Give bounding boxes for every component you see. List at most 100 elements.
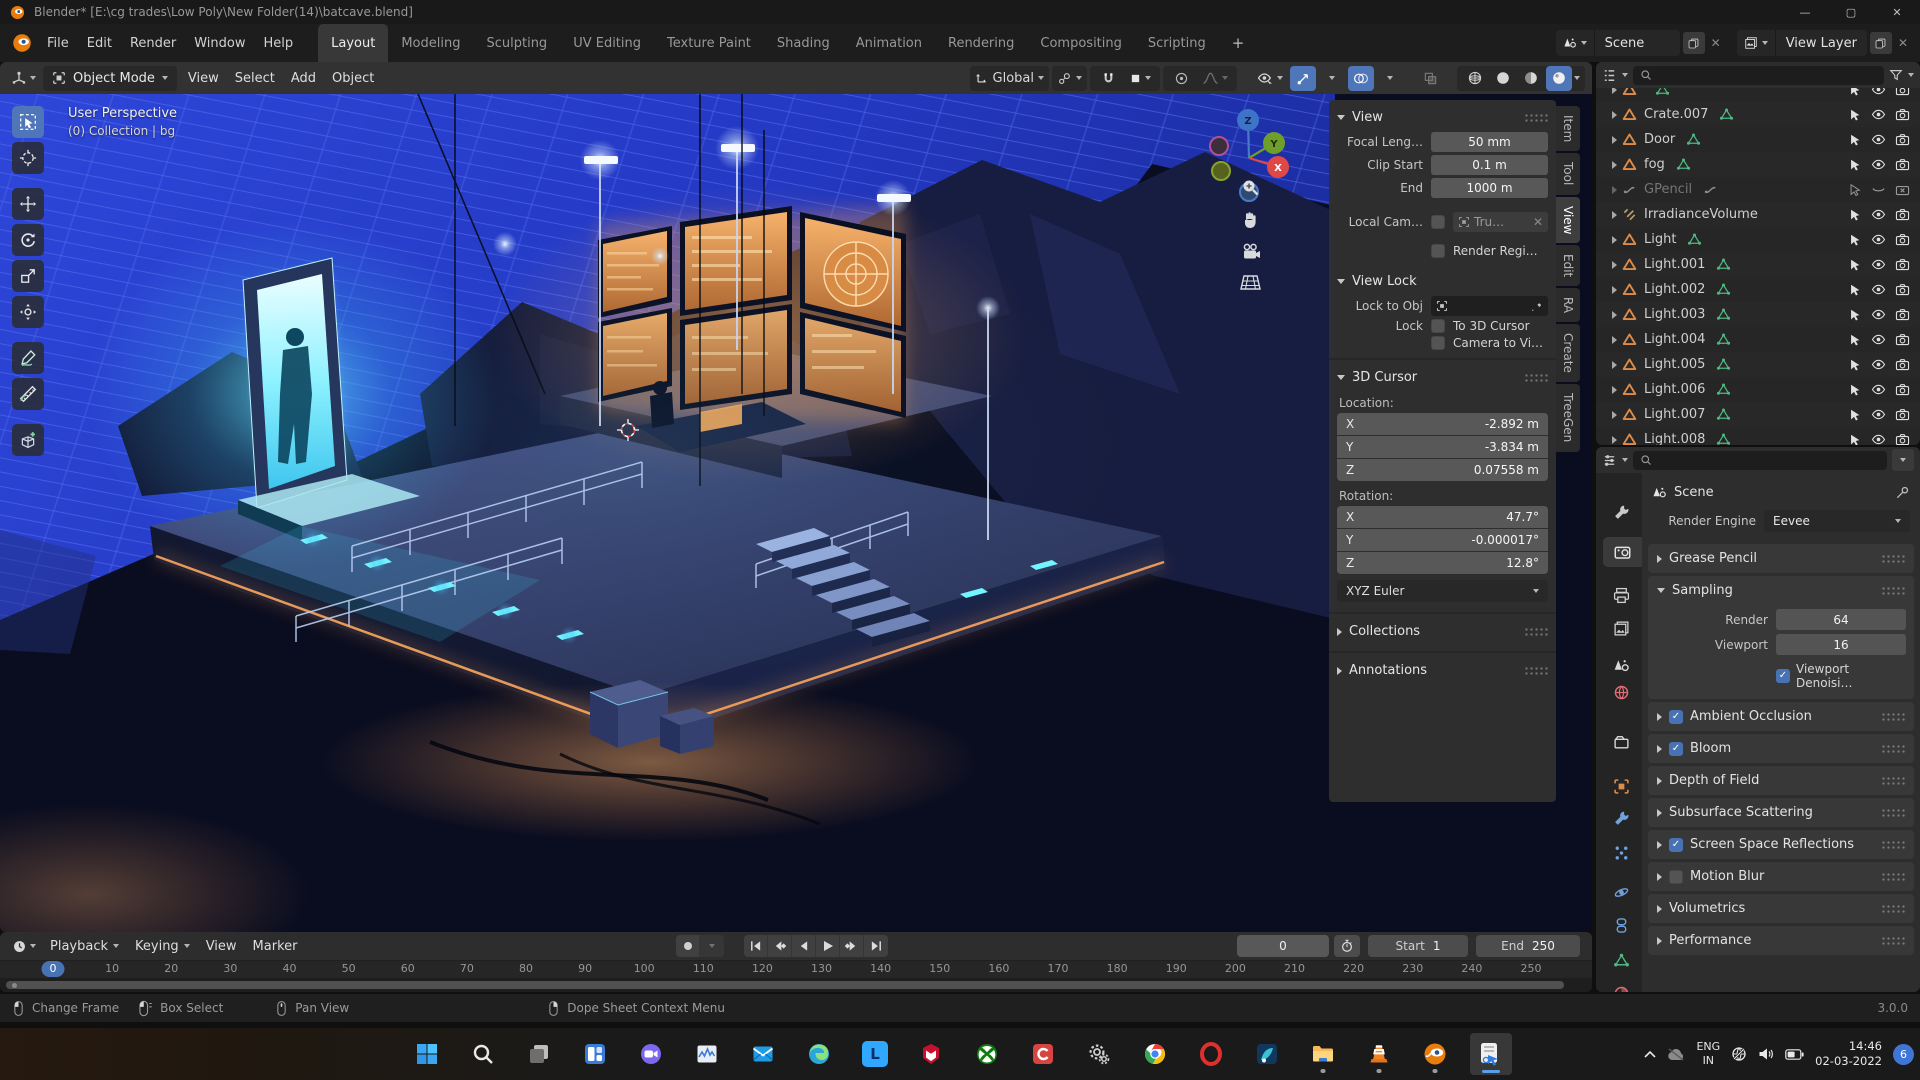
expand-icon[interactable]	[1612, 88, 1617, 94]
shading-solid-button[interactable]	[1490, 66, 1516, 91]
taskbar-icon-vlc[interactable]	[1358, 1033, 1400, 1075]
properties-tab-tool[interactable]	[1601, 497, 1642, 527]
panel-grip-icon[interactable]	[1881, 554, 1905, 563]
transform-orientation[interactable]: Global	[969, 65, 1049, 91]
cursor-location-y[interactable]: Y -3.834 m	[1337, 436, 1548, 458]
scene-name[interactable]: Scene	[1593, 30, 1680, 56]
auto-key-dropdown[interactable]	[700, 935, 724, 957]
outliner-search-input[interactable]	[1633, 65, 1884, 85]
cursor-rotation-x[interactable]: X 47.7°	[1337, 506, 1548, 528]
menu-file[interactable]: File	[38, 31, 78, 56]
properties-tab-scene[interactable]	[1601, 650, 1642, 680]
taskbar-icon-mail[interactable]	[742, 1033, 784, 1075]
object-name[interactable]: Door	[1644, 132, 1675, 147]
section-checkbox[interactable]	[1669, 741, 1683, 756]
workspace-tab-animation[interactable]: Animation	[843, 24, 935, 62]
object-name[interactable]: Light	[1644, 232, 1676, 247]
prev-keyframe-button[interactable]	[768, 935, 792, 957]
pivot-point[interactable]	[1052, 65, 1087, 91]
taskbar-icon-capture[interactable]	[1470, 1033, 1512, 1075]
taskbar-icon-widgets[interactable]	[574, 1033, 616, 1075]
viewport-denoising-checkbox[interactable]	[1776, 669, 1790, 683]
panel-grip-icon[interactable]	[1524, 627, 1548, 636]
expand-icon[interactable]	[1612, 360, 1617, 369]
frame-tick-140[interactable]: 140	[870, 962, 891, 975]
properties-tab-physics[interactable]	[1601, 877, 1642, 907]
outliner-row-light-003[interactable]: Light.003	[1596, 302, 1920, 327]
properties-tab-world[interactable]	[1601, 677, 1642, 707]
frame-tick-230[interactable]: 230	[1402, 962, 1423, 975]
properties-tab-data[interactable]	[1601, 945, 1642, 975]
workspace-tab-shading[interactable]: Shading	[764, 24, 843, 62]
gizmos-dropdown[interactable]	[1319, 66, 1345, 91]
tool-transform[interactable]	[12, 296, 44, 328]
proportional-falloff-button[interactable]	[1198, 66, 1232, 91]
workspace-tab-texture-paint[interactable]: Texture Paint	[654, 24, 764, 62]
cursor-rotation-z[interactable]: Z 12.8°	[1337, 552, 1548, 574]
taskbar-icon-task-view[interactable]	[518, 1033, 560, 1075]
mode-selector[interactable]: Object Mode	[43, 65, 177, 91]
section-header-ambient-occlusion[interactable]: Ambient Occlusion	[1648, 702, 1914, 731]
chevron-down-icon[interactable]	[1622, 73, 1628, 77]
unlink-scene-icon[interactable]: ✕	[1705, 36, 1727, 50]
camera-to-view-checkbox[interactable]	[1431, 336, 1445, 350]
panel-grip-icon[interactable]	[1881, 712, 1905, 721]
rotation-mode-dropdown[interactable]: XYZ Euler	[1337, 580, 1548, 602]
outliner-row-light-005[interactable]: Light.005	[1596, 352, 1920, 377]
section-header-depth-of-field[interactable]: Depth of Field	[1648, 766, 1914, 795]
perspective-grid-icon[interactable]	[1240, 274, 1261, 291]
sidebar-tab-view[interactable]: View	[1556, 196, 1580, 244]
properties-filter-button[interactable]	[1892, 449, 1914, 471]
outliner-row-light-006[interactable]: Light.006	[1596, 377, 1920, 402]
viewport-menu-select[interactable]: Select	[227, 67, 283, 90]
clear-icon[interactable]: ✕	[1533, 215, 1543, 229]
frame-tick-120[interactable]: 120	[752, 962, 773, 975]
timeline-ruler[interactable]: 0 10 20 30 40 50 60 70 80 90 100 110 120 130 140 150 160…	[0, 960, 1592, 978]
clip-start-field[interactable]: 0.1 m	[1431, 155, 1548, 175]
remove-view-layer-icon[interactable]: ✕	[1892, 36, 1914, 50]
volume-icon[interactable]	[1758, 1047, 1774, 1061]
timeline-menu-marker[interactable]: Marker	[245, 935, 306, 958]
taskbar-icon-mcafee[interactable]	[910, 1033, 952, 1075]
start-frame-field[interactable]: Start 1	[1368, 935, 1468, 957]
tool-move[interactable]	[12, 188, 44, 220]
tray-expand-icon[interactable]	[1644, 1050, 1657, 1058]
object-name[interactable]: Light.008	[1644, 432, 1705, 445]
tool-scale[interactable]	[12, 260, 44, 292]
properties-tab-render[interactable]	[1603, 537, 1642, 567]
shading-rendered-button[interactable]	[1546, 65, 1572, 91]
panel-grip-icon[interactable]	[1524, 373, 1548, 382]
properties-search-input[interactable]	[1633, 450, 1887, 470]
annotations-panel-header[interactable]: Annotations	[1329, 657, 1556, 682]
outliner-row-light-002[interactable]: Light.002	[1596, 277, 1920, 302]
expand-icon[interactable]	[1612, 335, 1617, 344]
to-3d-cursor-checkbox[interactable]	[1431, 319, 1445, 333]
proportional-editing-toggle[interactable]	[1168, 66, 1194, 91]
expand-icon[interactable]	[1612, 435, 1617, 444]
outliner-row-light-008[interactable]: Light.008	[1596, 427, 1920, 445]
workspace-tab-scripting[interactable]: Scripting	[1135, 24, 1219, 62]
editor-type-button[interactable]	[7, 66, 40, 91]
filter-icon[interactable]	[1889, 68, 1903, 82]
panel-grip-icon[interactable]	[1881, 904, 1905, 913]
object-name[interactable]: Light.005	[1644, 357, 1705, 372]
object-name[interactable]: fog	[1644, 157, 1665, 172]
menu-window[interactable]: Window	[185, 31, 254, 56]
object-name[interactable]: IrradianceVolume	[1644, 207, 1758, 222]
overlays-toggle[interactable]	[1348, 65, 1374, 91]
expand-icon[interactable]	[1612, 110, 1617, 119]
taskbar-icon-blender[interactable]	[1414, 1033, 1456, 1075]
expand-icon[interactable]	[1612, 385, 1617, 394]
section-checkbox[interactable]	[1669, 869, 1683, 884]
menu-help[interactable]: Help	[255, 31, 303, 56]
camera-view-icon[interactable]	[1240, 243, 1261, 261]
xray-toggle[interactable]	[1417, 66, 1443, 91]
setting-field-render[interactable]: 64	[1776, 609, 1906, 630]
overlays-dropdown[interactable]	[1377, 66, 1403, 91]
network-icon[interactable]	[1731, 1046, 1747, 1062]
jump-to-end-button[interactable]	[864, 935, 888, 957]
viewport-menu-object[interactable]: Object	[324, 67, 382, 90]
local-camera-field[interactable]: Tru… ✕	[1453, 212, 1548, 232]
next-keyframe-button[interactable]	[840, 935, 864, 957]
view-layer-selector[interactable]: View Layer	[1736, 30, 1867, 56]
